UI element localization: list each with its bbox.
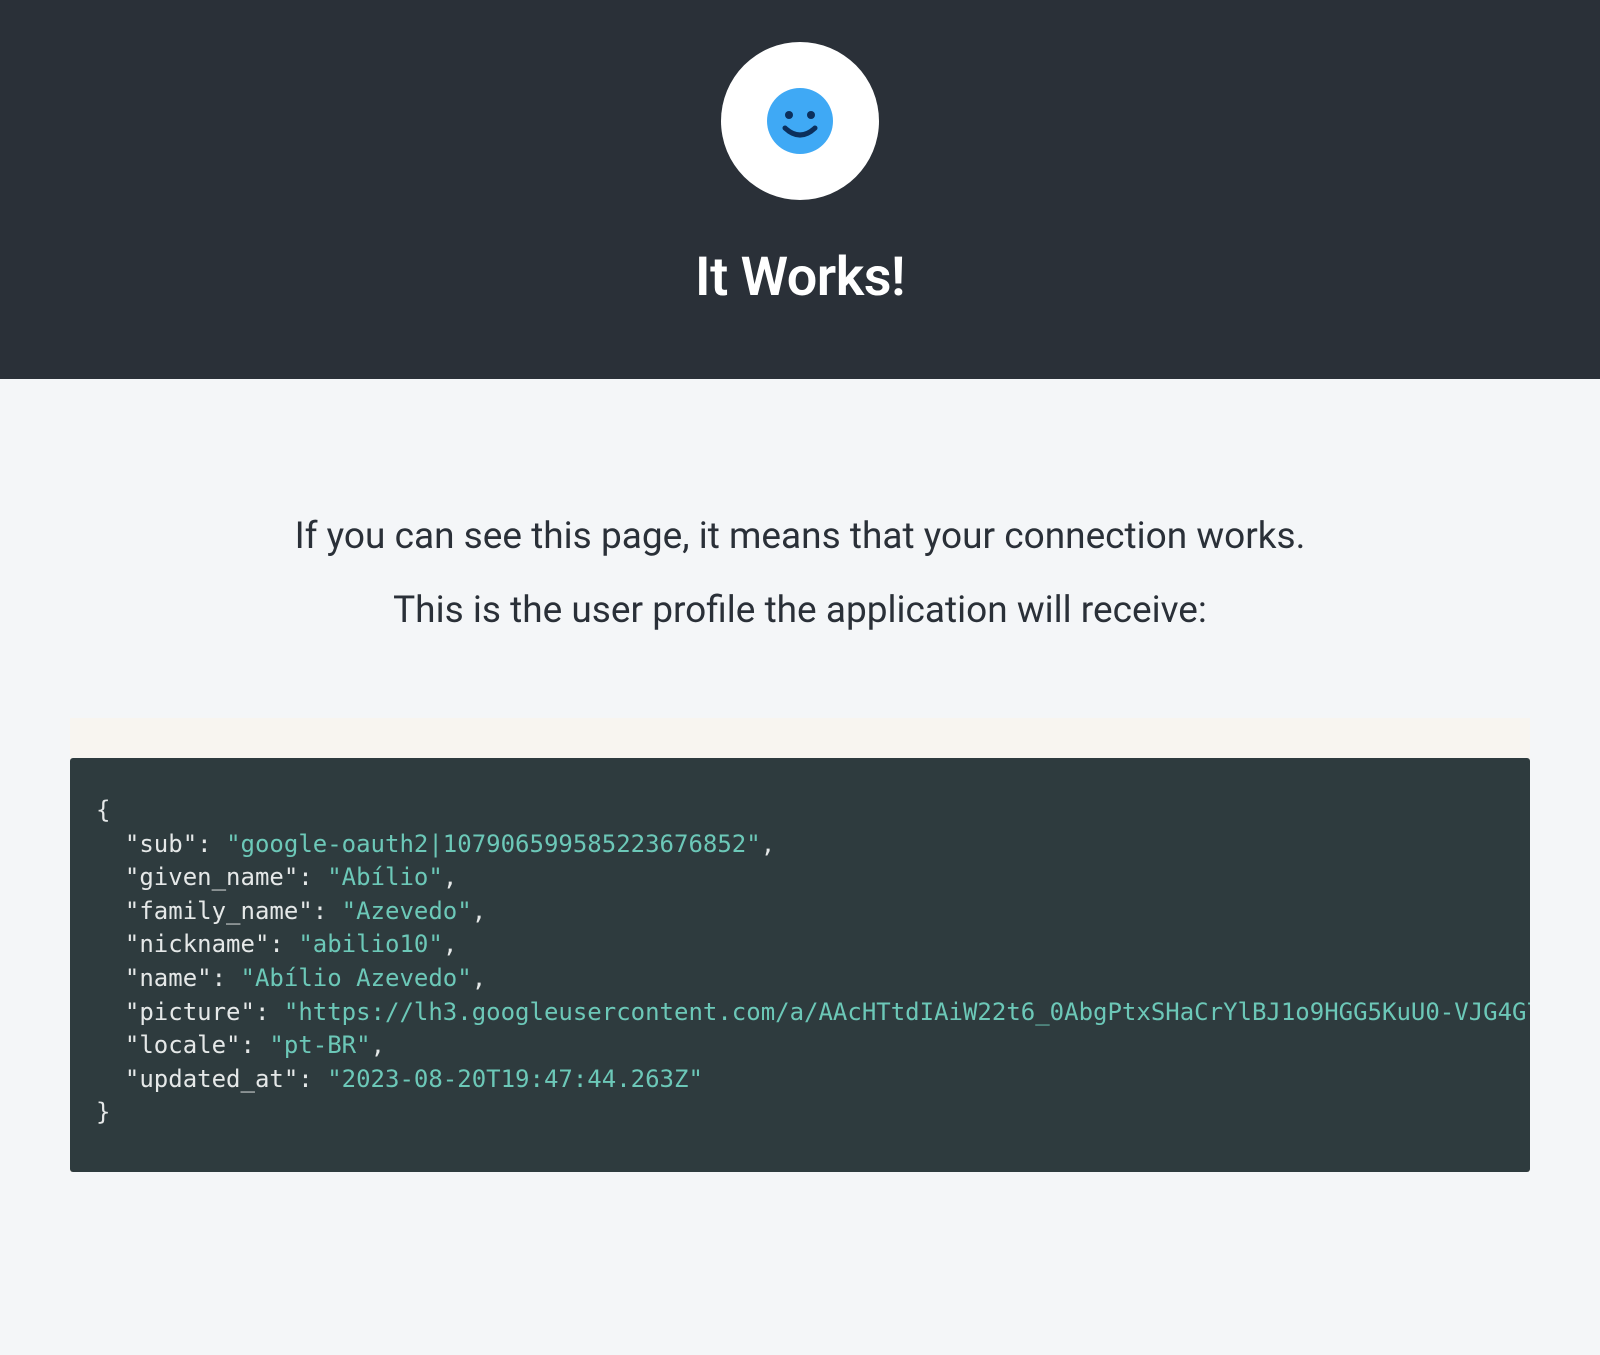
description-text: If you can see this page, it means that …: [295, 509, 1306, 638]
profile-nickname: abilio10: [313, 930, 429, 958]
description-line-1: If you can see this page, it means that …: [295, 509, 1306, 565]
profile-given-name: Abílio: [342, 863, 429, 891]
profile-locale: pt-BR: [284, 1031, 356, 1059]
user-profile-json: { "sub": "google-oauth2|1079065995852236…: [70, 758, 1530, 1172]
main-content: If you can see this page, it means that …: [0, 379, 1600, 1172]
code-wrapper: { "sub": "google-oauth2|1079065995852236…: [70, 718, 1530, 1172]
avatar-circle: [721, 42, 879, 200]
profile-sub: google-oauth2|107906599585223676852: [241, 830, 747, 858]
profile-picture: https://lh3.googleusercontent.com/a/AAcH…: [298, 998, 1530, 1026]
description-line-2: This is the user profile the application…: [295, 583, 1306, 639]
smiley-face-icon: [767, 88, 833, 154]
page-header: It Works!: [0, 0, 1600, 379]
profile-family-name: Azevedo: [356, 897, 457, 925]
profile-updated-at: 2023-08-20T19:47:44.263Z: [342, 1065, 689, 1093]
page-title: It Works!: [695, 246, 905, 309]
profile-name: Abílio Azevedo: [255, 964, 457, 992]
